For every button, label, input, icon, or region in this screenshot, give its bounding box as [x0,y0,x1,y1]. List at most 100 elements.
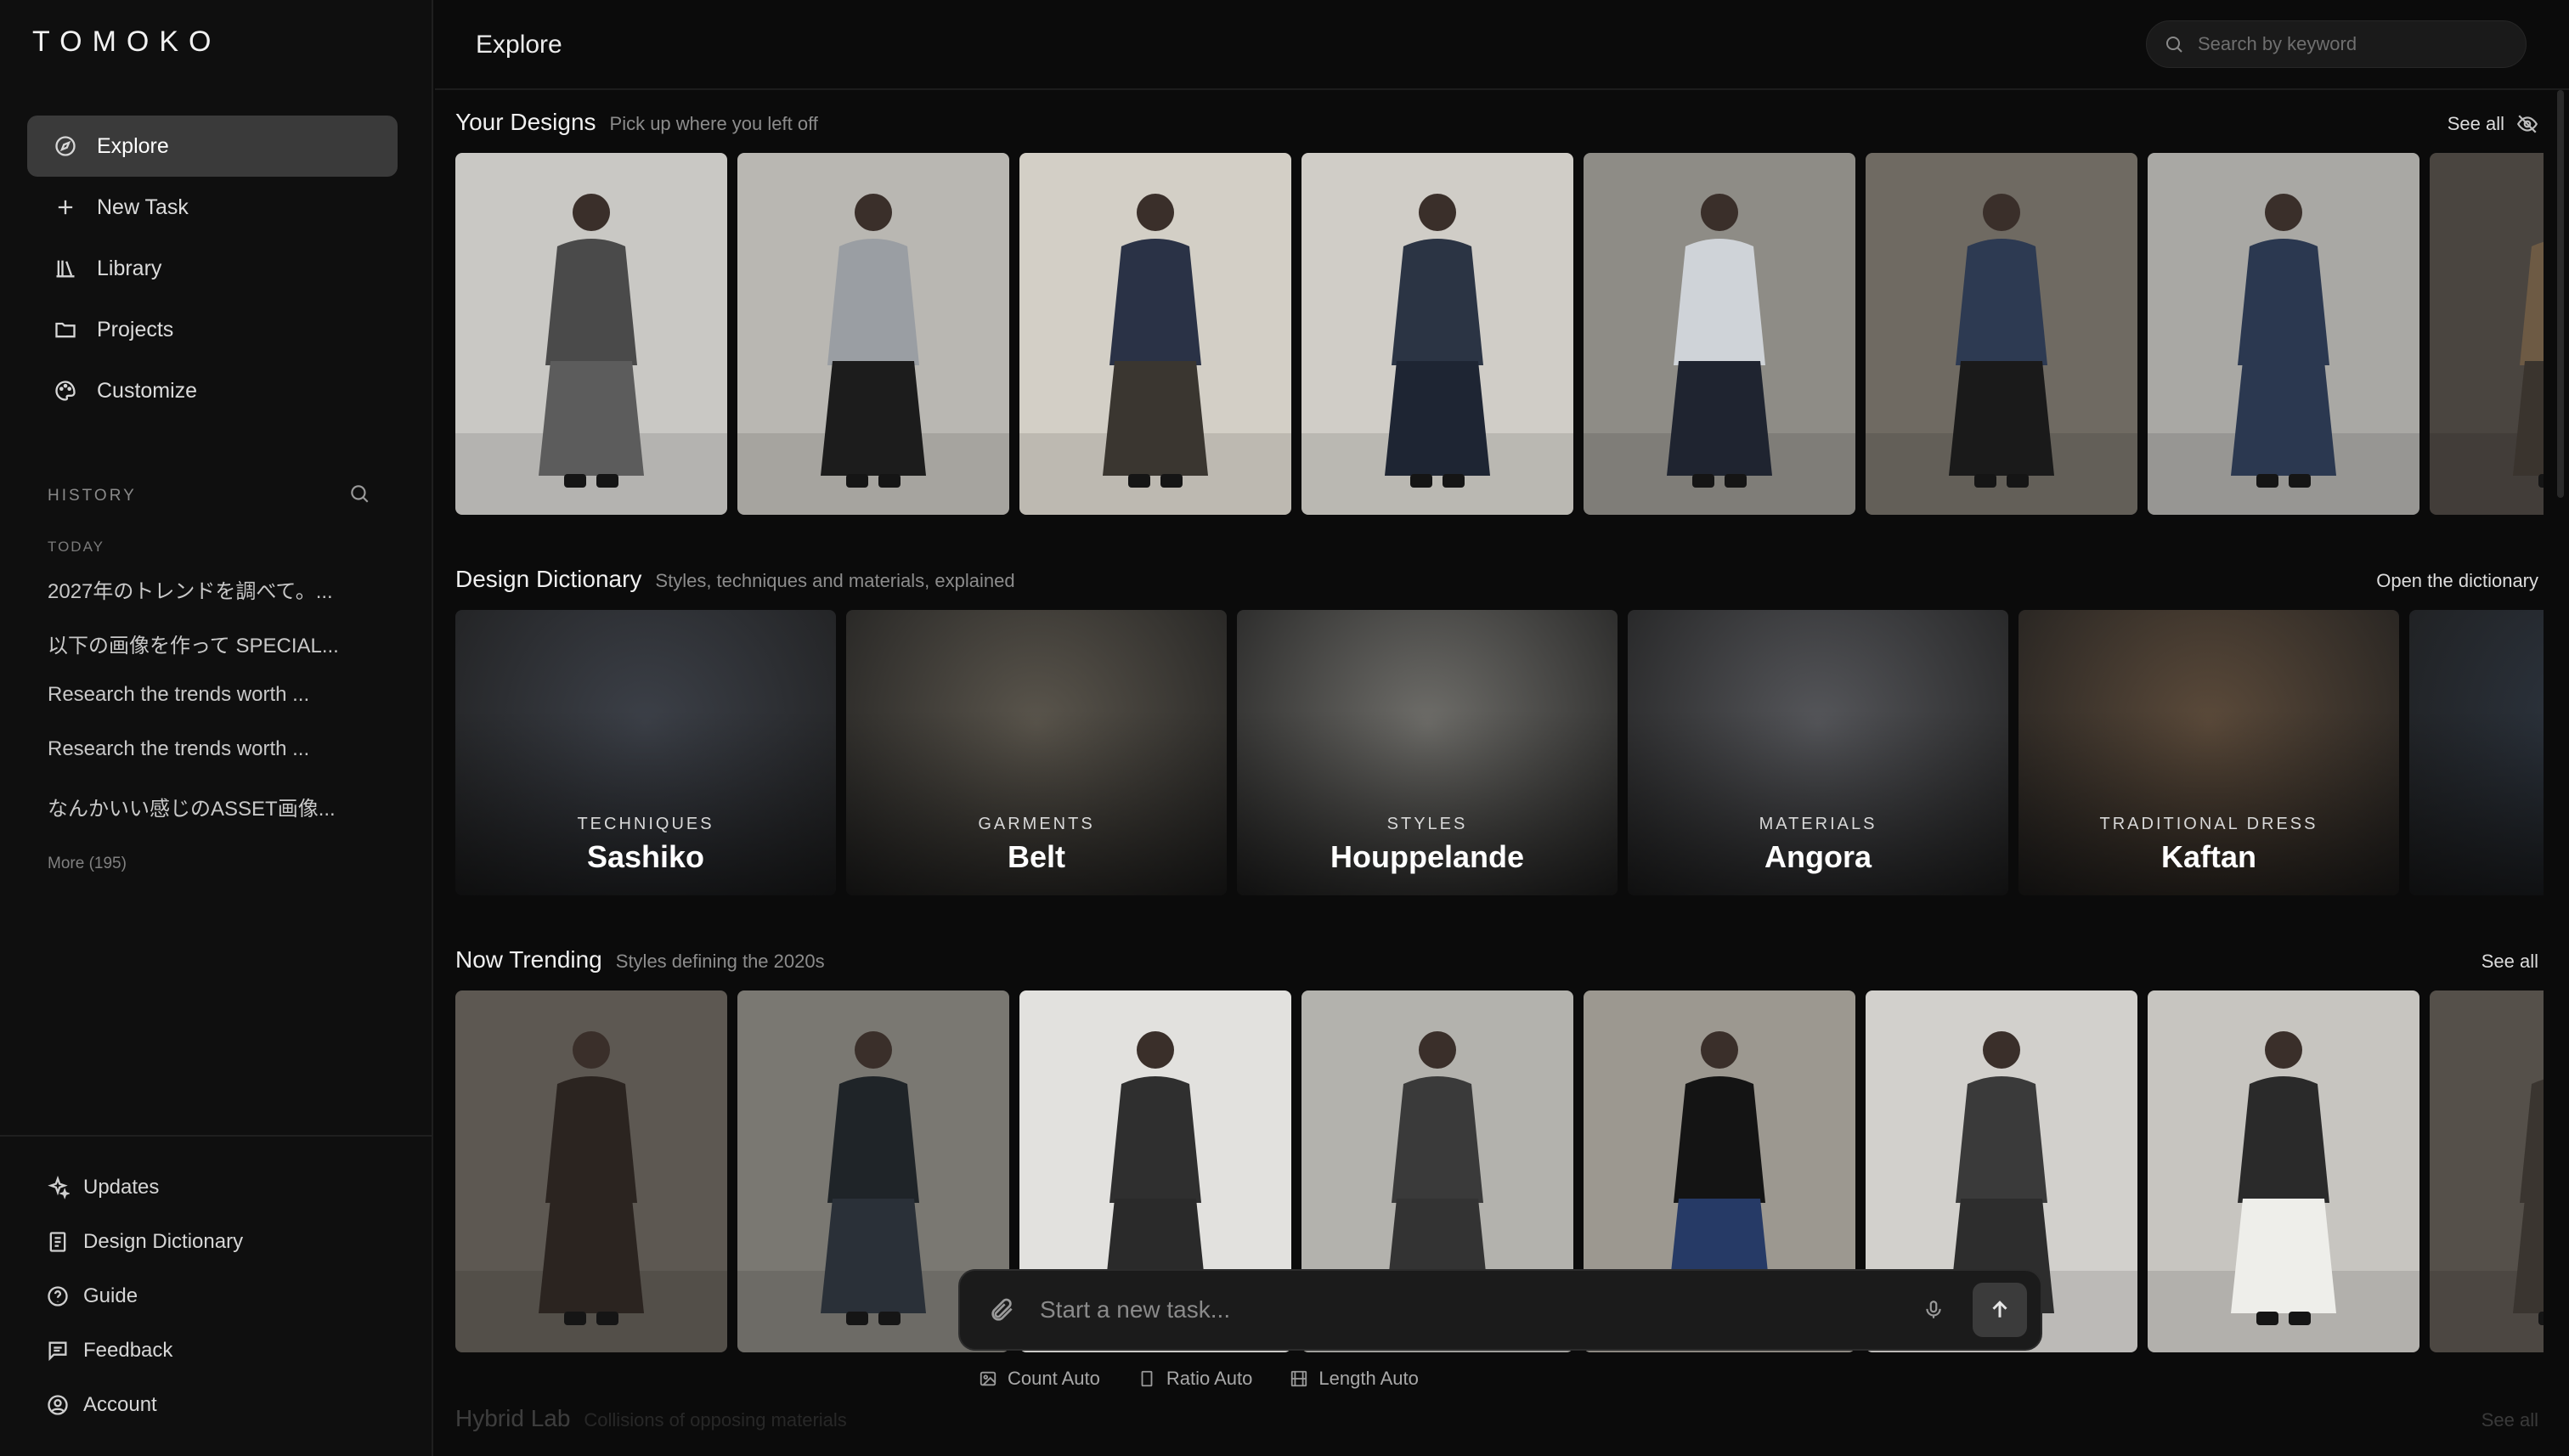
open-dictionary-link[interactable]: Open the dictionary [2376,570,2538,592]
nav-label: New Task [97,195,189,219]
section-title: Now Trending [455,946,602,973]
footer-item-account[interactable]: Account [46,1378,243,1432]
task-input[interactable] [1038,1295,1917,1324]
footer-item-updates[interactable]: Updates [46,1160,243,1215]
page-scrollbar[interactable] [2557,90,2564,498]
dictionary-card[interactable]: TECHNIQUES Sashiko [455,610,836,895]
option-label: Length Auto [1318,1368,1419,1389]
section-subtitle: Styles, techniques and materials, explai… [655,570,1015,591]
see-all-link[interactable]: See all [2448,113,2538,135]
task-composer [958,1269,2042,1351]
compass-icon [53,133,78,159]
see-all-link[interactable]: See all [2481,951,2538,973]
eye-off-icon[interactable] [2516,113,2538,135]
top-bar: Explore [435,0,2569,90]
section-subtitle: Pick up where you left off [609,113,818,134]
history-item[interactable]: 以下の画像を作って SPECIAL... [48,629,379,683]
card-shade [2409,610,2544,895]
send-button[interactable] [1973,1283,2027,1337]
today-label: TODAY [48,539,104,555]
nav-item-customize[interactable]: Customize [27,360,398,421]
trending-card[interactable] [455,990,727,1352]
dictionary-card-name: Kaftan [2160,839,2256,874]
dictionary-card[interactable]: MATERIALS Angora [1628,610,2008,895]
trending-card[interactable] [2430,990,2544,1352]
dictionary-card[interactable]: GARMENTS Belt [846,610,1227,895]
fashion-photo [2148,153,2419,515]
nav-item-projects[interactable]: Projects [27,299,398,360]
footer-label: Design Dictionary [83,1230,244,1253]
fashion-photo [1019,153,1291,515]
see-all-link[interactable]: See all [2481,1409,2538,1431]
design-card[interactable] [1866,153,2137,515]
search-input[interactable] [2196,32,2505,56]
paperclip-icon[interactable] [985,1293,1019,1327]
dictionary-card-category: TECHNIQUES [577,815,714,833]
microphone-icon[interactable] [1917,1293,1951,1327]
nav-item-library[interactable]: Library [27,238,398,299]
dictionary-card[interactable]: STYLES Houppelande [1237,610,1618,895]
footer-label: Account [83,1393,157,1416]
help-circle-icon [48,1286,68,1306]
design-card[interactable] [2430,153,2544,515]
section-title: Hybrid Lab [455,1405,571,1431]
section-title: Your Designs [455,109,596,135]
trending-card[interactable] [2148,990,2419,1352]
count-option[interactable]: Count Auto [979,1368,1100,1390]
sparkle-icon [48,1176,70,1199]
search-box[interactable] [2146,20,2527,68]
length-option[interactable]: Length Auto [1290,1368,1419,1390]
footer-item-design-dictionary[interactable]: Design Dictionary [46,1215,243,1269]
footer-label: Guide [83,1284,138,1307]
history-item[interactable]: なんかいい感じのASSET画像... [48,792,379,846]
plus-icon [53,195,78,220]
film-icon [1291,1370,1307,1387]
nav-label: Customize [97,378,198,403]
history-more-link[interactable]: More (195) [48,855,127,873]
option-label: Count Auto [1008,1368,1100,1389]
dictionary-card-name: Belt [1007,839,1065,874]
footer-label: Feedback [83,1339,173,1362]
design-card[interactable] [1019,153,1291,515]
design-card[interactable] [737,153,1009,515]
ratio-icon [1141,1370,1153,1387]
design-card[interactable] [1301,153,1573,515]
footer-item-guide[interactable]: Guide [46,1269,243,1323]
footer-item-feedback[interactable]: Feedback [46,1323,243,1378]
your-designs-header: Your Designs Pick up where you left off … [455,109,2538,136]
design-card[interactable] [455,153,727,515]
dictionary-card[interactable] [2409,610,2544,895]
history-item[interactable]: Research the trends worth ... [48,737,379,792]
design-card[interactable] [2148,153,2419,515]
history-list: 2027年のトレンドを調べて。... 以下の画像を作って SPECIAL... … [48,574,379,846]
fashion-photo [1584,153,1855,515]
dictionary-card-category: MATERIALS [1759,815,1877,833]
fashion-photo [737,153,1009,515]
search-icon[interactable] [348,483,370,510]
dictionary-card-name: Sashiko [586,839,705,874]
sidebar: TOMOKO Explore New Task Library Projects [0,0,433,1456]
fashion-photo [2430,990,2544,1352]
design-card[interactable] [1584,153,1855,515]
dictionary-card-name: Houppelande [1330,839,1524,874]
dictionary-card[interactable]: TRADITIONAL DRESS Kaftan [2019,610,2399,895]
fashion-photo [2430,153,2544,515]
sidebar-divider [0,1135,432,1137]
history-item[interactable]: 2027年のトレンドを調べて。... [48,574,379,629]
palette-icon [53,378,78,404]
app-logo[interactable]: TOMOKO [32,25,222,59]
nav-item-explore[interactable]: Explore [27,116,398,177]
hybrid-lab-header: Hybrid Lab Collisions of opposing materi… [455,1405,2538,1432]
nav-label: Library [97,256,162,280]
dictionary-card-category: TRADITIONAL DRESS [2099,815,2318,833]
ratio-option[interactable]: Ratio Auto [1138,1368,1252,1390]
main-nav: Explore New Task Library Projects Custom… [27,116,398,421]
fashion-photo [1866,153,2137,515]
nav-label: Projects [97,317,174,341]
page-title: Explore [476,31,562,59]
dictionary-carousel: TECHNIQUES Sashiko GARMENTS Belt STYLES Houpp… [455,610,2544,895]
history-item[interactable]: Research the trends worth ... [48,683,379,737]
user-circle-icon [48,1395,68,1415]
nav-item-new-task[interactable]: New Task [27,177,398,238]
dictionary-card-category: GARMENTS [978,815,1095,833]
